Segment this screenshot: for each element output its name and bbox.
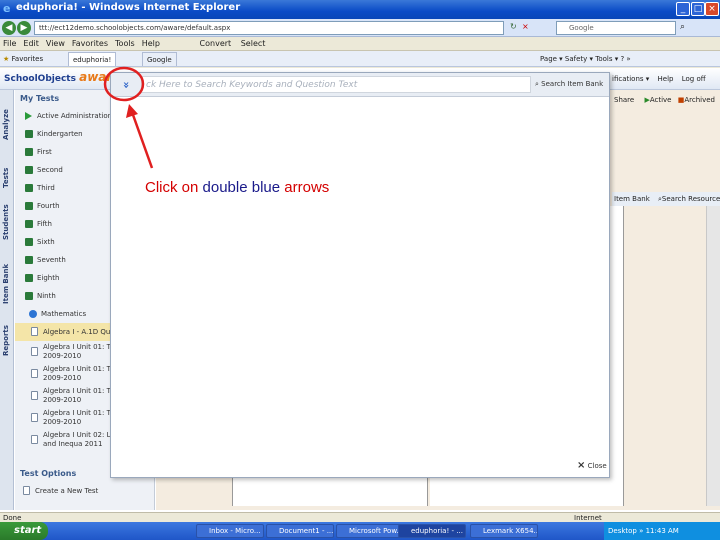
- folder-icon: [25, 292, 33, 300]
- document-icon: [31, 435, 38, 444]
- search-resources-button[interactable]: Search Resources: [662, 195, 720, 203]
- maximize-button[interactable]: □: [691, 2, 705, 16]
- window-title-bar: e eduphoria! - Windows Internet Explorer…: [0, 0, 720, 19]
- taskbar-button[interactable]: Microsoft Pow...: [336, 524, 404, 538]
- taskbar-button[interactable]: Document1 - ...: [266, 524, 334, 538]
- vertical-tabs: Analyze Tests Students Item Bank Reports: [0, 90, 14, 510]
- notifications-button[interactable]: ifications ▾: [612, 75, 649, 83]
- share-button[interactable]: Share: [614, 96, 634, 104]
- close-window-button[interactable]: ×: [705, 2, 719, 16]
- refresh-icon[interactable]: ↻: [510, 22, 517, 31]
- convert-button[interactable]: Convert: [200, 39, 232, 48]
- create-test-button[interactable]: Create a New Test: [15, 482, 154, 500]
- folder-icon: [25, 274, 33, 282]
- folder-icon: [25, 184, 33, 192]
- minimize-button[interactable]: _: [676, 2, 690, 16]
- archived-button[interactable]: Archived: [684, 96, 715, 104]
- folder-icon: [25, 238, 33, 246]
- select-button[interactable]: Select: [241, 39, 266, 48]
- folder-icon: [25, 202, 33, 210]
- start-button[interactable]: start: [0, 522, 48, 540]
- document-icon: [31, 413, 38, 422]
- document-icon: [31, 347, 38, 356]
- command-bar[interactable]: Page ▾ Safety ▾ Tools ▾ ? »: [540, 51, 631, 67]
- subject-icon: [29, 310, 37, 318]
- folder-icon: [25, 148, 33, 156]
- forward-icon[interactable]: ▶: [17, 21, 31, 35]
- help-button[interactable]: Help: [658, 75, 674, 83]
- search-icon: ⌕: [535, 80, 539, 88]
- keyword-search-input[interactable]: ck Here to Search Keywords and Question …: [141, 76, 531, 93]
- document-icon: [31, 327, 38, 336]
- document-icon: [31, 391, 38, 400]
- system-tray: Desktop » 11:43 AM: [604, 522, 720, 540]
- taskbar: start Inbox - Micro... Document1 - ... Mic…: [0, 522, 720, 540]
- header-buttons: ifications ▾ Help Log off: [612, 72, 720, 86]
- favorites-button[interactable]: Favorites: [12, 55, 44, 63]
- ie-icon: e: [3, 2, 11, 15]
- menu-bar: File Edit View Favorites Tools Help Convert S…: [0, 37, 720, 51]
- document-icon: [31, 369, 38, 378]
- new-document-icon: [23, 486, 30, 495]
- status-bar: Done Internet: [0, 512, 720, 522]
- folder-icon: [25, 256, 33, 264]
- star-icon: ★: [3, 55, 10, 63]
- scrollbar[interactable]: [706, 206, 720, 506]
- folder-icon: [25, 166, 33, 174]
- folder-icon: [25, 220, 33, 228]
- logoff-button[interactable]: Log off: [682, 75, 706, 83]
- arrow-head: [126, 104, 138, 118]
- active-button[interactable]: Active: [650, 96, 672, 104]
- menu-tools[interactable]: Tools: [115, 39, 135, 48]
- dialog-close-button[interactable]: × Close: [577, 459, 609, 473]
- right-toolbar: Share ▶Active ■Archived: [612, 92, 720, 108]
- play-icon: [25, 112, 32, 120]
- stop-icon[interactable]: ×: [522, 22, 529, 31]
- search-item-bank-button[interactable]: ⌕ Search Item Bank: [535, 76, 607, 93]
- taskbar-button[interactable]: Inbox - Micro...: [196, 524, 264, 538]
- instruction-text: Click on double blue arrows: [145, 179, 330, 196]
- menu-file[interactable]: File: [3, 39, 16, 48]
- address-bar: ◀ ▶ ttt://ect12demo.schoolobjects.com/aw…: [0, 19, 720, 37]
- folder-icon: [25, 130, 33, 138]
- status-text: Done: [3, 514, 22, 522]
- menu-view[interactable]: View: [46, 39, 65, 48]
- menu-favorites[interactable]: Favorites: [72, 39, 108, 48]
- url-input[interactable]: ttt://ect12demo.schoolobjects.com/aware/…: [34, 21, 504, 35]
- pointer-arrow: [130, 111, 154, 169]
- highlight-circle: [103, 66, 145, 102]
- taskbar-button[interactable]: eduphoria! - ...: [398, 524, 466, 538]
- menu-help[interactable]: Help: [142, 39, 160, 48]
- close-icon: ×: [577, 460, 586, 471]
- item-bank-button[interactable]: Item Bank: [614, 195, 650, 203]
- right-toolbar-2: Item Bank ⌕Search Resources: [612, 192, 720, 206]
- menu-edit[interactable]: Edit: [23, 39, 39, 48]
- search-icon[interactable]: ⌕: [680, 22, 685, 32]
- window-title: eduphoria! - Windows Internet Explorer: [16, 2, 241, 13]
- search-input[interactable]: Google: [556, 21, 676, 35]
- taskbar-button[interactable]: Lexmark X654...: [470, 524, 538, 538]
- back-icon[interactable]: ◀: [2, 21, 16, 35]
